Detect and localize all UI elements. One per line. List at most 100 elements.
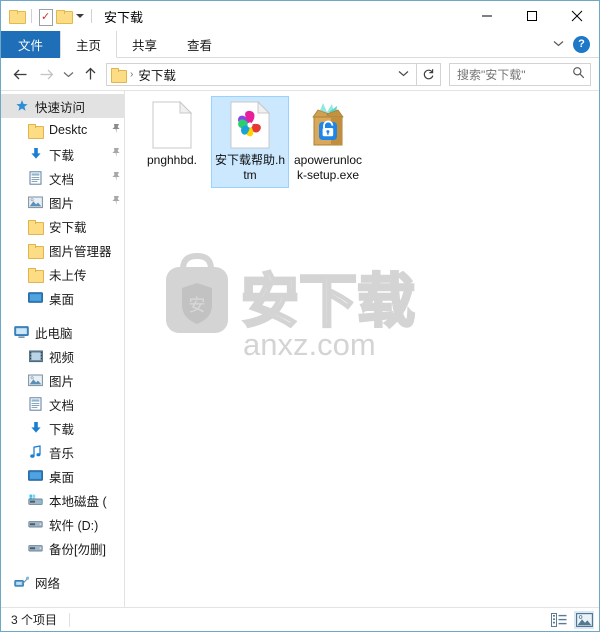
pin-icon[interactable] <box>111 123 124 137</box>
new-folder-icon[interactable] <box>56 10 73 24</box>
tab-share[interactable]: 共享 <box>117 31 172 58</box>
search-icon[interactable] <box>572 66 585 82</box>
minimize-button[interactable] <box>464 1 509 31</box>
chevron-down-icon[interactable] <box>553 39 564 50</box>
pictures-icon <box>27 372 44 388</box>
sidebar-item-documents[interactable]: 文档 <box>1 392 124 416</box>
music-icon <box>27 444 44 460</box>
toolbar-divider <box>31 9 32 23</box>
sidebar-item-label: 下载 <box>49 148 75 163</box>
sidebar-item-anxiazai[interactable]: 安下载 <box>1 214 124 238</box>
sidebar-item-downloads-pinned[interactable]: 下载 <box>1 142 124 166</box>
sidebar-item-desktop[interactable]: 桌面 <box>1 286 124 310</box>
chevron-down-icon[interactable] <box>76 14 84 18</box>
sidebar-group-this-pc[interactable]: 此电脑 <box>1 320 124 344</box>
sidebar-item-label: 图片管理器 <box>49 244 112 259</box>
details-view-button[interactable] <box>549 611 569 629</box>
sidebar-item-drive-d[interactable]: 软件 (D:) <box>1 512 124 536</box>
watermark-logo: 安 安下载 anxz.com <box>153 239 443 364</box>
maximize-button[interactable] <box>509 1 554 31</box>
sidebar-item-label: 本地磁盘 ( <box>49 494 107 509</box>
sidebar-item-label: 视频 <box>49 350 75 365</box>
forward-button[interactable] <box>33 61 59 87</box>
documents-icon <box>27 170 44 186</box>
sidebar-group-quick-access[interactable]: 快速访问 <box>1 94 124 118</box>
folder-icon <box>27 218 44 235</box>
sidebar-item-label: 备份[勿删] <box>49 542 106 557</box>
properties-icon[interactable]: ✓ <box>39 8 53 26</box>
sidebar-item-desktop-pinned[interactable]: Desktc <box>1 118 124 142</box>
blank-document-icon <box>148 101 196 149</box>
sidebar-item-pictures-pinned[interactable]: 图片 <box>1 190 124 214</box>
pin-icon[interactable] <box>111 171 124 185</box>
file-item[interactable]: apowerunlock-setup.exe <box>289 96 367 188</box>
downloads-icon <box>27 146 44 162</box>
pin-icon[interactable] <box>111 147 124 161</box>
large-icons-view-button[interactable] <box>574 610 594 629</box>
this-pc-icon <box>13 324 30 340</box>
close-button[interactable] <box>554 1 599 31</box>
recent-locations-button[interactable] <box>59 61 77 87</box>
folder-icon <box>27 266 44 283</box>
sidebar-item-documents-pinned[interactable]: 文档 <box>1 166 124 190</box>
back-button[interactable] <box>7 61 33 87</box>
help-icon[interactable]: ? <box>573 35 590 53</box>
sidebar-item-picture-manager[interactable]: 图片管理器 <box>1 238 124 262</box>
tab-file[interactable]: 文件 <box>1 31 61 58</box>
pin-icon[interactable] <box>111 195 124 209</box>
network-icon <box>13 574 30 590</box>
status-bar: 3 个项目 <box>1 607 599 631</box>
search-input[interactable]: 搜索"安下载" <box>457 66 572 83</box>
sidebar-item-label: 桌面 <box>49 470 75 485</box>
sidebar-item-local-disk[interactable]: 本地磁盘 ( <box>1 488 124 512</box>
documents-icon <box>27 396 44 412</box>
view-mode-buttons <box>549 610 594 629</box>
file-list-pane[interactable]: 安 安下载 anxz.com pnghhbd. 安下载帮助.htm apower… <box>125 91 599 607</box>
sidebar-item-not-uploaded[interactable]: 未上传 <box>1 262 124 286</box>
sidebar-item-videos[interactable]: 视频 <box>1 344 124 368</box>
drive-icon <box>27 516 44 532</box>
sidebar-item-label: 桌面 <box>49 292 75 307</box>
refresh-button[interactable] <box>417 62 441 86</box>
item-count: 3 个项目 <box>11 613 58 627</box>
sidebar-item-downloads[interactable]: 下载 <box>1 416 124 440</box>
sidebar-item-music[interactable]: 音乐 <box>1 440 124 464</box>
sidebar-item-desktop-pc[interactable]: 桌面 <box>1 464 124 488</box>
sidebar-group-label: 此电脑 <box>35 326 73 341</box>
sidebar-item-label: 图片 <box>49 196 75 211</box>
navigation-pane[interactable]: 快速访问 Desktc 下载 文档 图片 安下载 图片管理器 未上传 桌面 此电… <box>1 91 125 607</box>
tab-view[interactable]: 查看 <box>172 31 227 58</box>
folder-icon <box>27 122 44 139</box>
sidebar-group-label: 网络 <box>35 576 61 591</box>
file-item[interactable]: pnghhbd. <box>133 96 211 188</box>
file-item[interactable]: 安下载帮助.htm <box>211 96 289 188</box>
tab-home[interactable]: 主页 <box>60 31 118 58</box>
chevron-down-icon[interactable] <box>394 69 413 80</box>
sidebar-item-backup-drive[interactable]: 备份[勿删] <box>1 536 124 560</box>
toolbar-divider <box>91 9 92 23</box>
status-divider <box>69 612 71 627</box>
ribbon-tab-bar: 文件 主页 共享 查看 ? <box>1 31 599 58</box>
pictures-icon <box>27 194 44 210</box>
drive-icon <box>27 540 44 556</box>
breadcrumb-separator[interactable]: › <box>130 69 133 80</box>
sidebar-item-label: 下载 <box>49 422 75 437</box>
ribbon-right-controls: ? <box>553 31 599 57</box>
sidebar-item-pictures[interactable]: 图片 <box>1 368 124 392</box>
file-grid: pnghhbd. 安下载帮助.htm apowerunlock-setup.ex… <box>125 91 599 188</box>
html-browser-icon <box>226 101 274 149</box>
sidebar-item-label: 文档 <box>49 398 75 413</box>
breadcrumb-item-current[interactable]: 安下载 <box>138 65 176 84</box>
svg-text:安: 安 <box>189 296 206 316</box>
sidebar-group-network[interactable]: 网络 <box>1 570 124 594</box>
up-button[interactable] <box>77 61 103 87</box>
title-bar: ✓ 安下载 <box>1 1 599 31</box>
address-bar: › 安下载 搜索"安下载" <box>1 58 599 90</box>
folder-icon[interactable] <box>9 10 26 24</box>
search-box[interactable]: 搜索"安下载" <box>449 62 591 86</box>
sidebar-item-label: 文档 <box>49 172 75 187</box>
folder-icon <box>111 67 127 83</box>
breadcrumb[interactable]: › 安下载 <box>106 62 417 86</box>
